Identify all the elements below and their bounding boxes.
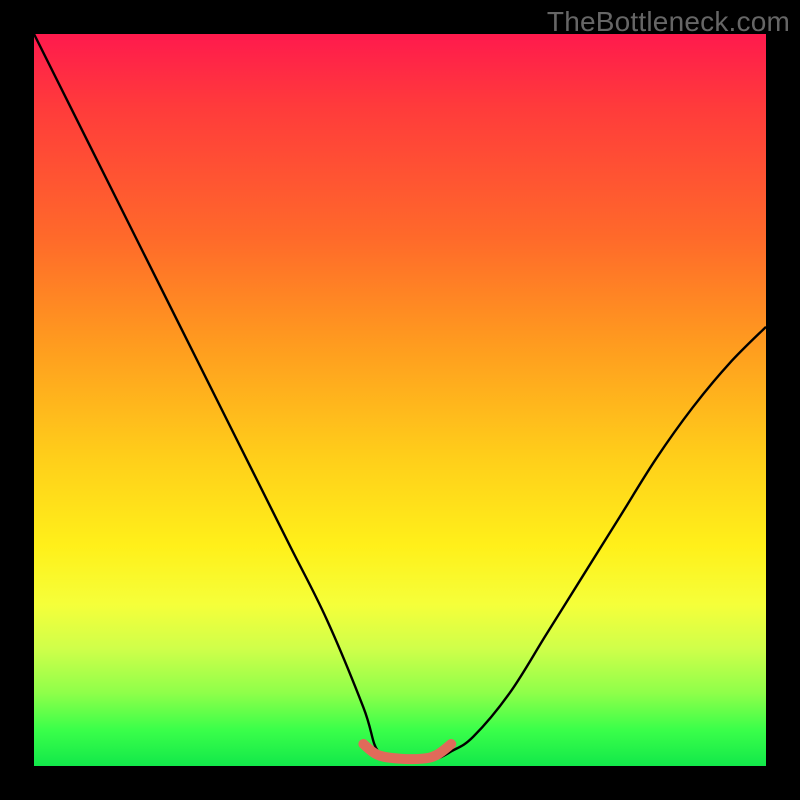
chart-frame: TheBottleneck.com <box>0 0 800 800</box>
curve-svg <box>34 34 766 766</box>
bottleneck-curve <box>34 34 766 759</box>
plot-area <box>34 34 766 766</box>
